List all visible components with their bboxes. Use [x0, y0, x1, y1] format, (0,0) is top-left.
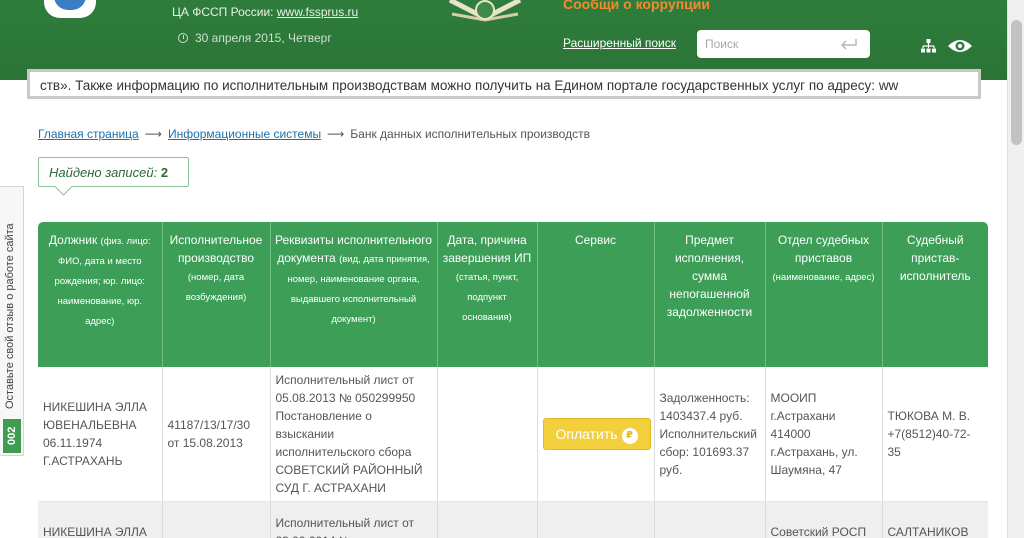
column-header-end-date: Дата, причина завершения ИП (статья, пун…: [437, 222, 538, 367]
breadcrumb-current: Банк данных исполнительных производств: [350, 127, 590, 141]
cell-document: Исполнительный лист от 23.09.2014 №: [270, 501, 438, 538]
emblem-icon: [448, 0, 522, 22]
news-ticker: ств». Также информацию по исполнительным…: [27, 69, 981, 99]
feedback-tab[interactable]: Оставьте свой отзыв о работе сайта 002: [0, 186, 24, 456]
clock-icon: [178, 33, 188, 43]
agency-prefix: ЦА ФССП России:: [172, 5, 274, 19]
column-header-department: Отдел судебных приставов (наименование, а…: [765, 222, 883, 367]
site-header: ЦА ФССП России: www.fssprus.ru 30 апреля…: [0, 0, 1007, 80]
column-header-document: Реквизиты исполнительного документа (вид…: [270, 222, 438, 367]
cell-proceeding: [162, 501, 271, 538]
column-header-service: Сервис: [537, 222, 655, 367]
cell-debtor: НИКЕШИНА ЭЛЛА: [38, 501, 163, 538]
breadcrumb-arrow-icon: ⟶: [144, 127, 162, 141]
fssp-logo[interactable]: [44, 0, 96, 18]
cell-end-date: [437, 367, 538, 502]
search-box: [697, 30, 870, 58]
cell-service: Оплатить ₽: [537, 367, 655, 502]
breadcrumb-arrow-icon: ⟶: [327, 127, 345, 141]
cell-subject: [654, 501, 766, 538]
breadcrumb: Главная страница ⟶ Информационные системы ⟶…: [38, 127, 590, 141]
scrollbar-thumb[interactable]: [1011, 20, 1022, 145]
pay-button[interactable]: Оплатить ₽: [542, 418, 651, 450]
search-input[interactable]: [705, 36, 833, 52]
breadcrumb-section-link[interactable]: Информационные системы: [168, 127, 321, 141]
report-corruption-link[interactable]: Сообщи о коррупции: [563, 0, 710, 12]
ruble-icon: ₽: [621, 428, 638, 444]
cell-bailiff: САЛТАНИКОВ: [882, 501, 988, 538]
sitemap-icon[interactable]: [921, 39, 936, 53]
page-scrollbar[interactable]: [1007, 0, 1024, 538]
table-row: НИКЕШИНА ЭЛЛА ЮВЕНАЛЬЕВНА 06.11.1974 Г.А…: [38, 367, 988, 502]
feedback-tab-label: Оставьте свой отзыв о работе сайта: [4, 223, 16, 409]
cell-bailiff: ТЮКОВА М. В. +7(8512)40-72-35: [882, 367, 988, 502]
eye-icon[interactable]: [947, 38, 973, 54]
cell-end-date: [437, 501, 538, 538]
cell-document: Исполнительный лист от 05.08.2013 № 0502…: [270, 367, 438, 502]
breadcrumb-home-link[interactable]: Главная страница: [38, 127, 139, 141]
results-table: Должник (физ. лицо: ФИО, дата и место ро…: [38, 222, 988, 538]
ticker-text: ств». Также информацию по исполнительным…: [40, 78, 899, 93]
agency-link[interactable]: www.fssprus.ru: [277, 5, 358, 19]
cell-proceeding: 41187/13/17/30 от 15.08.2013: [162, 367, 271, 502]
table-header-row: Должник (физ. лицо: ФИО, дата и место ро…: [38, 222, 988, 367]
column-header-debtor: Должник (физ. лицо: ФИО, дата и место ро…: [38, 222, 163, 367]
logo-shield-icon: [54, 0, 86, 10]
page: ЦА ФССП России: www.fssprus.ru 30 апреля…: [0, 0, 1024, 538]
found-records-count: 2: [160, 165, 169, 180]
cell-department: МООИП г.Астрахани 414000 г.Астрахань, ул…: [765, 367, 883, 502]
feedback-count-badge: 002: [3, 419, 21, 453]
column-header-proceeding: Исполнительное производство (номер, дата …: [162, 222, 271, 367]
found-label-text: Найдено записей:: [49, 165, 158, 180]
agency-info: ЦА ФССП России: www.fssprus.ru: [172, 5, 358, 19]
found-records-box: Найдено записей: 2: [38, 157, 189, 187]
advanced-search-link[interactable]: Расширенный поиск: [563, 36, 676, 50]
current-date: 30 апреля 2015, Четверг: [195, 31, 332, 45]
cell-service: [537, 501, 655, 538]
table-row: НИКЕШИНА ЭЛЛА Исполнительный лист от 23.…: [38, 501, 988, 538]
column-header-subject: Предмет исполнения, сумма непогашенной з…: [654, 222, 766, 367]
column-header-bailiff: Судебный пристав-исполнитель: [882, 222, 988, 367]
cell-debtor: НИКЕШИНА ЭЛЛА ЮВЕНАЛЬЕВНА 06.11.1974 Г.А…: [38, 367, 163, 502]
found-records-label: Найдено записей: 2: [49, 165, 168, 180]
cell-department: Советский РОСП: [765, 501, 883, 538]
cell-subject: Задолженность: 1403437.4 руб. Исполнител…: [654, 367, 766, 502]
enter-icon[interactable]: [840, 38, 858, 50]
